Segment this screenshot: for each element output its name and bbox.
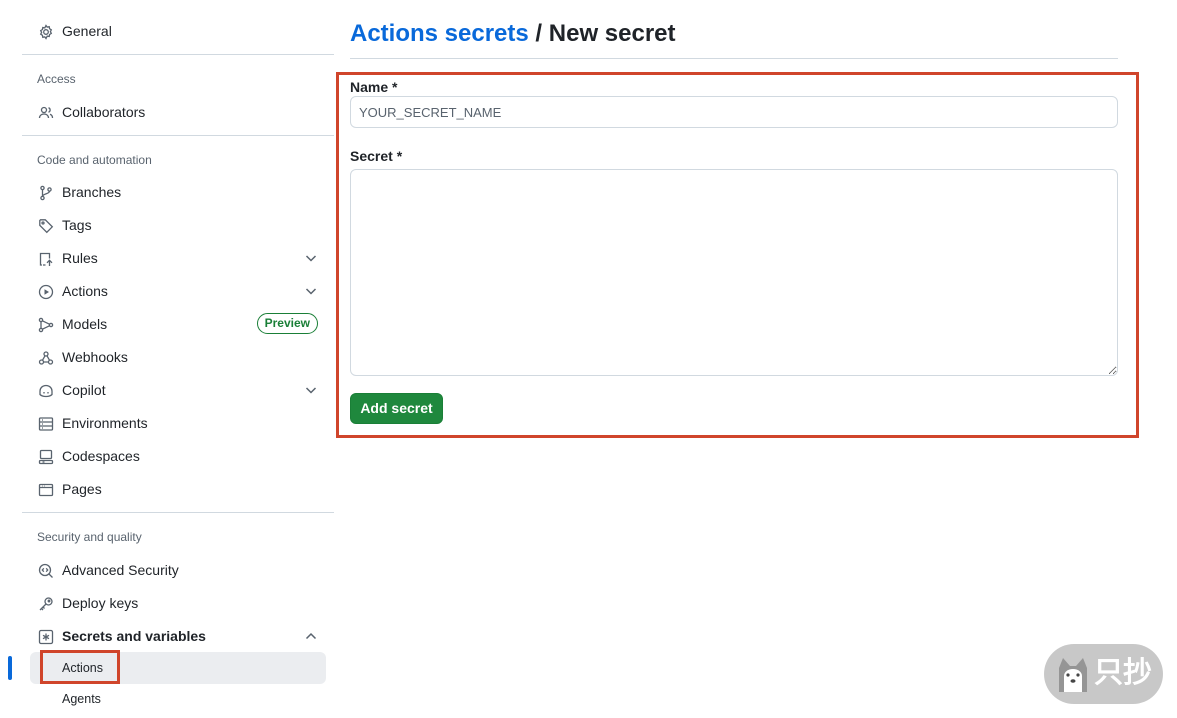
- secret-name-input[interactable]: [350, 96, 1118, 128]
- watermark-text: 只抄: [1094, 657, 1153, 689]
- sidebar-item-label: Copilot: [62, 382, 106, 398]
- sidebar-item-advanced-security[interactable]: Advanced Security: [22, 555, 326, 585]
- chevron-down-icon[interactable]: [304, 383, 318, 397]
- sidebar-item-rules[interactable]: Rules: [22, 243, 326, 273]
- codespaces-icon: [37, 448, 54, 465]
- breadcrumb-actions-secrets[interactable]: Actions secrets: [350, 20, 529, 47]
- preview-badge: Preview: [256, 313, 318, 334]
- sidebar-divider: [22, 512, 334, 513]
- breadcrumb-current: New secret: [548, 20, 676, 47]
- secret-label: Secret *: [350, 148, 403, 164]
- sidebar-item-environments[interactable]: Environments: [22, 408, 326, 438]
- sidebar-item-label: Collaborators: [62, 104, 146, 120]
- sidebar-item-tags[interactable]: Tags: [22, 210, 326, 240]
- sidebar-divider: [22, 135, 334, 136]
- sidebar-item-label: Environments: [62, 415, 148, 431]
- git-branch-icon: [37, 184, 54, 201]
- asterisk-box-icon: [37, 628, 54, 645]
- sidebar-item-label: Actions: [62, 283, 108, 299]
- sidebar-item-label: Pages: [62, 481, 102, 497]
- sidebar-item-secrets-and-variables[interactable]: Secrets and variables: [22, 621, 326, 651]
- chevron-down-icon[interactable]: [304, 284, 318, 298]
- sidebar-item-label: Rules: [62, 250, 98, 266]
- sidebar-item-copilot[interactable]: Copilot: [22, 375, 326, 405]
- sidebar-item-models[interactable]: Models Preview: [22, 309, 326, 339]
- section-heading-access: Access: [37, 72, 76, 86]
- sidebar-item-general[interactable]: General: [22, 16, 326, 46]
- selected-indicator: [8, 656, 12, 680]
- chevron-down-icon[interactable]: [304, 251, 318, 265]
- sidebar-item-label: Branches: [62, 184, 122, 200]
- codescan-icon: [37, 562, 54, 579]
- husky-icon: [1059, 658, 1087, 692]
- sidebar-item-label: Tags: [62, 217, 92, 233]
- sidebar-item-label: Secrets and variables: [62, 628, 206, 644]
- sidebar-subitem-agents[interactable]: Agents: [30, 683, 326, 715]
- add-secret-button[interactable]: Add secret: [350, 393, 443, 424]
- tag-icon: [37, 217, 54, 234]
- server-icon: [37, 415, 54, 432]
- section-heading-code-and-automation: Code and automation: [37, 153, 152, 167]
- section-heading-security-and-quality: Security and quality: [37, 530, 142, 544]
- sidebar-item-deploy-keys[interactable]: Deploy keys: [22, 588, 326, 618]
- name-label: Name *: [350, 79, 398, 95]
- sidebar-item-label: Codespaces: [62, 448, 140, 464]
- gear-icon: [37, 23, 54, 40]
- sidebar-item-label: Advanced Security: [62, 562, 179, 578]
- sidebar-item-label: Deploy keys: [62, 595, 139, 611]
- sidebar-item-branches[interactable]: Branches: [22, 177, 326, 207]
- sidebar-item-actions[interactable]: Actions: [22, 276, 326, 306]
- page-title: Actions secrets / New secret: [350, 19, 676, 49]
- sidebar-item-label: General: [62, 23, 112, 39]
- sidebar-item-label: Models: [62, 316, 108, 332]
- sidebar-item-codespaces[interactable]: Codespaces: [22, 441, 326, 471]
- sidebar-subitem-label: Agents: [62, 692, 101, 706]
- people-icon: [37, 104, 54, 121]
- sidebar-item-webhooks[interactable]: Webhooks: [22, 342, 326, 372]
- webhook-icon: [37, 349, 54, 366]
- highlight-box-actions: [40, 650, 120, 684]
- models-icon: [37, 316, 54, 333]
- copilot-icon: [37, 382, 54, 399]
- browser-icon: [37, 481, 54, 498]
- watermark-logo: 只抄: [1044, 644, 1163, 704]
- breadcrumb-separator: /: [535, 20, 543, 47]
- chevron-up-icon[interactable]: [304, 629, 318, 643]
- play-icon: [37, 283, 54, 300]
- repo-push-icon: [37, 250, 54, 267]
- sidebar-item-label: Webhooks: [62, 349, 128, 365]
- settings-sidebar: General Access Collaborators Code and au…: [8, 0, 334, 718]
- secret-value-textarea[interactable]: [350, 169, 1118, 376]
- sidebar-divider: [22, 54, 334, 55]
- sidebar-item-pages[interactable]: Pages: [22, 474, 326, 504]
- sidebar-item-collaborators[interactable]: Collaborators: [22, 97, 326, 127]
- key-icon: [37, 595, 54, 612]
- title-divider: [350, 58, 1118, 59]
